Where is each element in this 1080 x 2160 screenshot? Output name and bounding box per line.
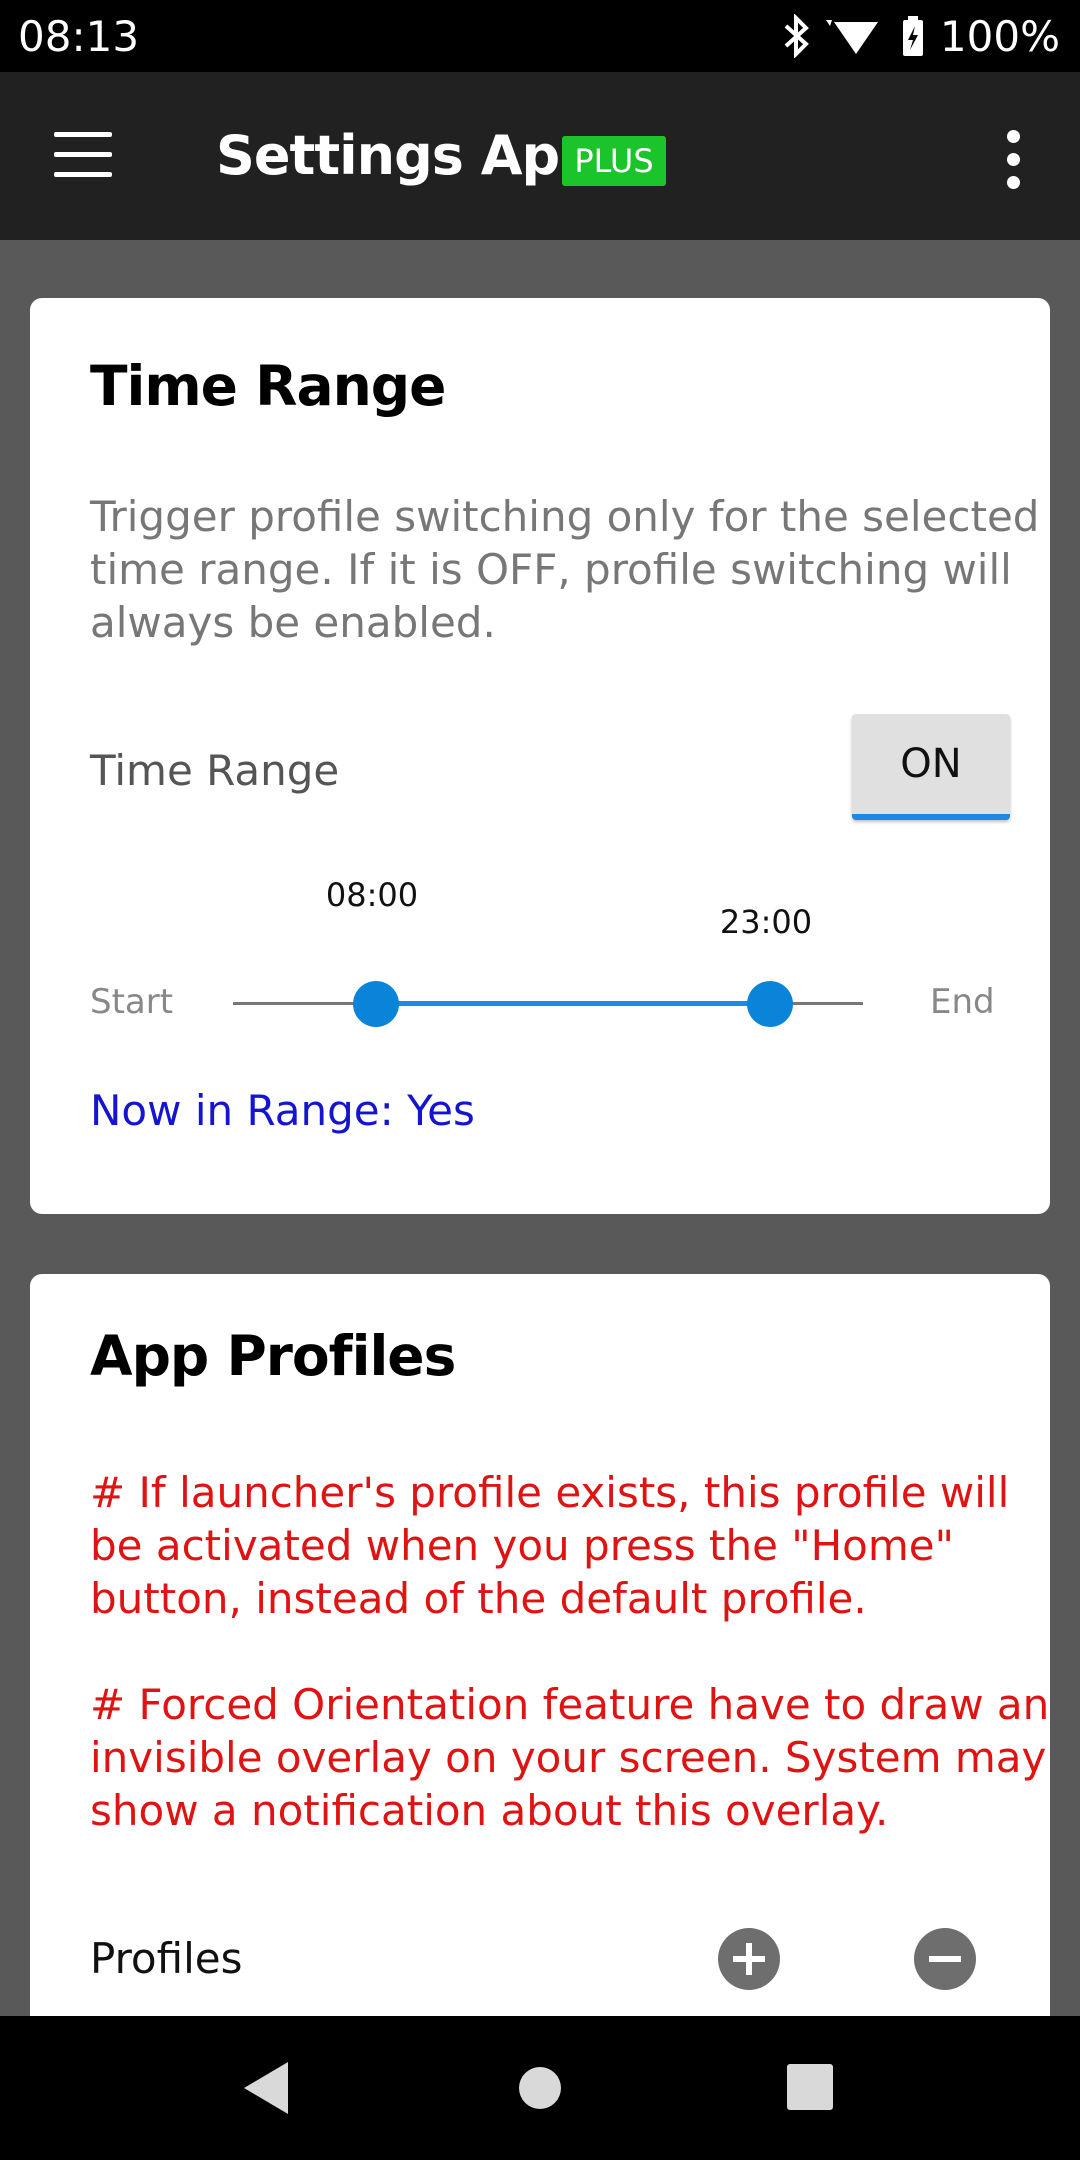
time-range-toggle-label: Time Range: [90, 746, 340, 795]
battery-level: 100%: [939, 11, 1060, 61]
app-bar: Settings App PLUS: [0, 72, 1080, 240]
remove-profile-icon[interactable]: [914, 1928, 976, 1990]
app-title: Settings App: [216, 124, 598, 187]
profiles-label: Profiles: [90, 1934, 243, 1983]
card-title: Time Range: [90, 354, 446, 418]
forced-orientation-note: # Forced Orientation feature have to dra…: [90, 1680, 1050, 1835]
add-profile-icon[interactable]: [718, 1928, 780, 1990]
status-time: 08:13: [18, 11, 140, 61]
start-time-thumb[interactable]: [353, 981, 399, 1027]
end-time-thumb[interactable]: [747, 981, 793, 1027]
status-bar: 08:13 100%: [0, 0, 1080, 72]
start-time-value: 08:00: [325, 876, 419, 914]
time-range-description: Trigger profile switching only for the s…: [90, 492, 1040, 647]
plus-badge: PLUS: [562, 136, 666, 186]
more-options-icon[interactable]: [1000, 130, 1028, 190]
back-icon[interactable]: [244, 2062, 290, 2114]
menu-icon[interactable]: [54, 132, 114, 178]
slider-start-label: Start: [90, 982, 174, 1022]
range-status: Now in Range: Yes: [90, 1086, 475, 1135]
app-profiles-card: App Profiles # If launcher's profile exi…: [30, 1274, 1050, 2034]
navigation-bar: [0, 2016, 1080, 2160]
slider-end-label: End: [930, 982, 995, 1022]
time-range-toggle-button[interactable]: ON: [852, 714, 1010, 820]
recents-icon[interactable]: [787, 2064, 833, 2110]
end-time-value: 23:00: [719, 903, 813, 941]
wifi-icon: [825, 20, 878, 54]
slider-active-range: [376, 1001, 770, 1006]
launcher-profile-note: # If launcher's profile exists, this pro…: [90, 1468, 1010, 1623]
status-icons: 100%: [782, 12, 1060, 61]
card-title: App Profiles: [90, 1324, 456, 1388]
time-range-card: Time Range Trigger profile switching onl…: [30, 298, 1050, 1214]
bluetooth-icon: [784, 14, 809, 58]
battery-icon: [902, 16, 923, 56]
home-icon[interactable]: [518, 2066, 562, 2110]
